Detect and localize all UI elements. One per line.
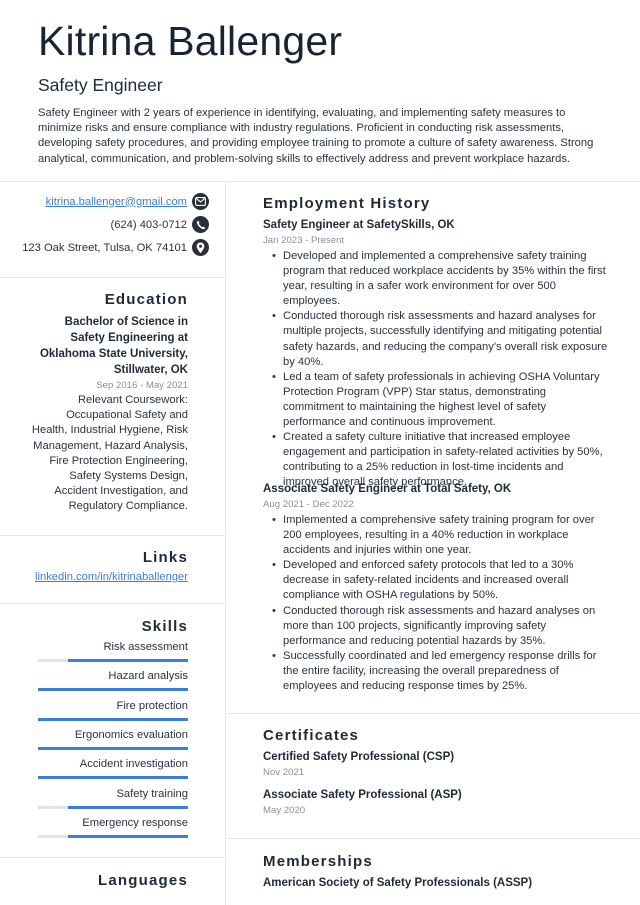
skill-level-fill: [38, 688, 188, 692]
languages-heading: Languages: [98, 872, 188, 889]
education-heading: Education: [104, 291, 188, 308]
certificate-name: Certified Safety Professional (CSP): [263, 751, 455, 763]
skill-item: Ergonomics evaluation: [38, 728, 188, 750]
linkedin-link[interactable]: linkedin.com/in/kitrinaballenger: [35, 571, 188, 583]
job-bullet: Developed and implemented a comprehensiv…: [263, 249, 608, 309]
skill-name: Ergonomics evaluation: [74, 728, 188, 741]
main-content: Employment History Safety Engineer at Sa…: [226, 0, 640, 905]
job-entry-title: Safety Engineer at SafetySkills, OK: [263, 219, 455, 231]
phone-number: (624) 403-0712: [110, 218, 187, 231]
skill-level-bar: [38, 746, 188, 750]
education-entry: Bachelor of Science in Safety Engineerin…: [28, 314, 188, 515]
education-dates: Sep 2016 - May 2021: [96, 380, 188, 391]
skill-level-bar: [38, 717, 188, 721]
job-entry-dates: Aug 2021 - Dec 2022: [263, 499, 354, 510]
skill-level-fill: [68, 834, 188, 838]
job-bullet: Successfully coordinated and led emergen…: [263, 649, 608, 694]
job-bullet: Implemented a comprehensive safety train…: [263, 513, 608, 558]
certificates-heading: Certificates: [263, 727, 360, 744]
email-link[interactable]: kitrina.ballenger@gmail.com: [46, 196, 187, 208]
map-pin-icon: [192, 239, 209, 256]
skill-level-bar: [38, 805, 188, 809]
links-heading: Links: [142, 549, 188, 566]
certificate-name: Associate Safety Professional (ASP): [263, 789, 462, 801]
contact-email: kitrina.ballenger@gmail.com: [46, 193, 209, 210]
sidebar: kitrina.ballenger@gmail.com (624) 403-07…: [0, 0, 225, 905]
skill-name: Accident investigation: [79, 758, 188, 771]
skill-level-bar: [38, 834, 188, 838]
membership-name: American Society of Safety Professionals…: [263, 877, 533, 889]
skill-item: Safety training: [38, 787, 188, 809]
skill-item: Fire protection: [38, 699, 188, 721]
certificate-date: May 2020: [263, 805, 306, 816]
job-entry-dates: Jan 2023 - Present: [263, 235, 345, 246]
skill-level-fill: [68, 659, 188, 662]
certificate-date: Nov 2021: [263, 767, 305, 778]
certificate-item: Certified Safety Professional (CSP) Nov …: [263, 750, 454, 779]
education-degree: Bachelor of Science in Safety Engineerin…: [39, 316, 188, 376]
envelope-icon: [192, 193, 209, 210]
membership-item: American Society of Safety Professionals…: [263, 876, 532, 891]
skill-level-bar: [38, 688, 188, 692]
certificate-item: Associate Safety Professional (ASP) May …: [263, 788, 462, 817]
skill-item: Risk assessment: [38, 640, 188, 662]
skill-item: Accident investigation: [38, 757, 188, 780]
skill-item: Emergency response: [38, 816, 188, 838]
phone-icon: [192, 216, 209, 233]
skill-level-fill: [38, 717, 188, 721]
job-bullets: Developed and implemented a comprehensiv…: [263, 249, 608, 491]
job-bullet: Conducted thorough risk assessments and …: [263, 309, 608, 369]
skill-name: Risk assessment: [103, 641, 188, 653]
skill-level-bar: [38, 776, 188, 780]
skills-heading: Skills: [141, 618, 188, 635]
job-bullets: Implemented a comprehensive safety train…: [263, 513, 608, 694]
skill-level-fill: [38, 776, 188, 780]
address-text: 123 Oak Street, Tulsa, OK 74101: [22, 241, 187, 254]
job-entry: Safety Engineer at SafetySkills, OK Jan …: [263, 218, 608, 491]
skill-name: Fire protection: [116, 699, 188, 712]
job-bullet: Developed and enforced safety protocols …: [263, 558, 608, 603]
education-description: Relevant Coursework: Occupational Safety…: [31, 394, 188, 513]
skill-name: Hazard analysis: [108, 670, 188, 683]
job-bullet: Led a team of safety professionals in ac…: [263, 370, 608, 430]
employment-heading: Employment History: [263, 195, 431, 212]
memberships-heading: Memberships: [263, 853, 373, 870]
skill-name: Emergency response: [82, 816, 188, 829]
skill-level-fill: [68, 805, 188, 809]
skill-level-fill: [38, 746, 188, 750]
skill-level-bar: [38, 659, 188, 662]
contact-address: 123 Oak Street, Tulsa, OK 74101: [22, 239, 209, 256]
skill-item: Hazard analysis: [38, 669, 188, 692]
job-entry: Associate Safety Engineer at Total Safet…: [263, 482, 608, 694]
job-entry-title: Associate Safety Engineer at Total Safet…: [263, 483, 512, 495]
skill-name: Safety training: [116, 787, 188, 800]
contact-phone: (624) 403-0712: [110, 216, 209, 233]
job-bullet: Conducted thorough risk assessments and …: [263, 604, 608, 649]
